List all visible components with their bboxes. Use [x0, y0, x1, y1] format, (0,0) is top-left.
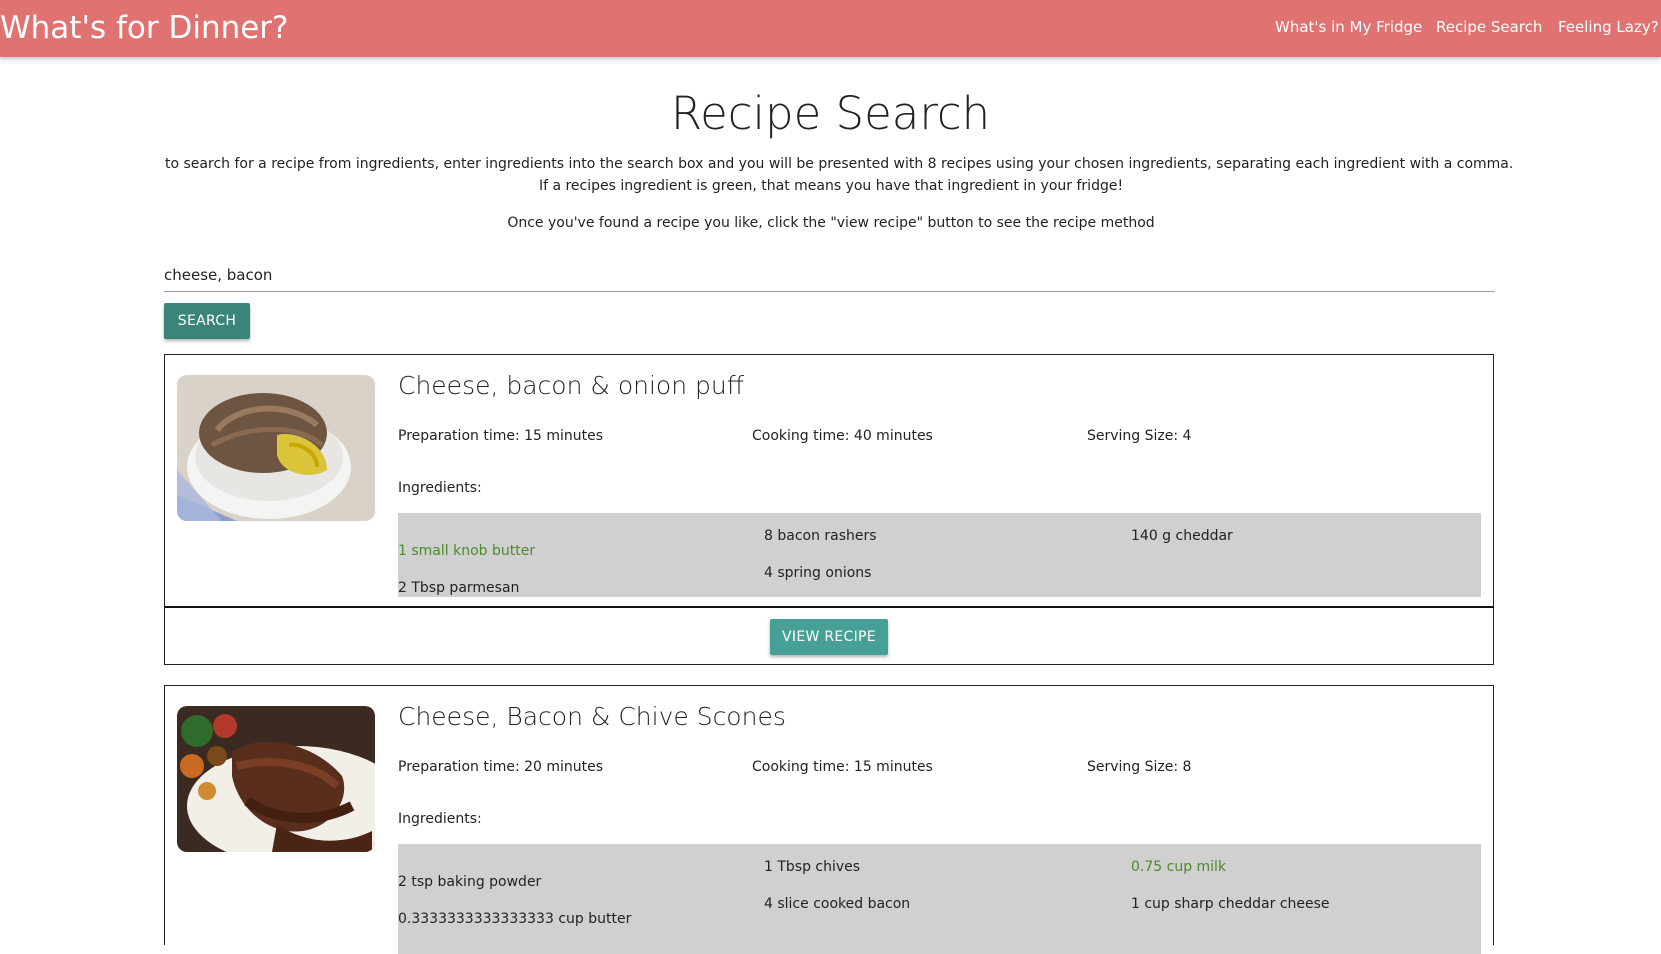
intro-text-line-1: to search for a recipe from ingredients,…: [165, 156, 1514, 172]
recipe-image-cheese-bacon-onion-puff: [177, 375, 375, 521]
serving-size: Serving Size: 8: [1087, 759, 1192, 775]
cooking-time: Cooking time: 15 minutes: [752, 759, 933, 775]
recipe-card: Cheese, Bacon & Chive Scones Preparation…: [164, 685, 1494, 954]
recipe-card: Cheese, bacon & onion puff Preparation t…: [164, 354, 1494, 665]
ingredients-label: Ingredients:: [398, 480, 482, 496]
ingredient-item: 1 small knob butter: [398, 543, 536, 559]
ingredients-list: 2 tsp baking powder 0.3333333333333333 c…: [398, 844, 1481, 954]
ingredient-item: 1 Tbsp chives: [764, 859, 861, 875]
prep-time: Preparation time: 20 minutes: [398, 759, 604, 775]
recipe-photo-scones: [177, 706, 375, 852]
serving-size: Serving Size: 4: [1087, 428, 1192, 444]
ingredient-item: 0.3333333333333333 cup butter: [398, 911, 632, 927]
recipe-image-cheese-bacon-chive-scones: [177, 706, 375, 852]
cooking-time: Cooking time: 40 minutes: [752, 428, 933, 444]
ingredient-item: 0.75 cup milk: [1131, 859, 1227, 875]
page-title: Recipe Search: [670, 87, 991, 140]
card-divider: [164, 606, 1494, 608]
recipe-photo-puff: [177, 375, 375, 521]
ingredient-item: 140 g cheddar: [1131, 528, 1233, 544]
search-button[interactable]: SEARCH: [164, 303, 250, 339]
ingredient-item: 8 bacon rashers: [764, 528, 877, 544]
ingredient-item: 1 cup sharp cheddar cheese: [1131, 896, 1330, 912]
nav-link-recipe-search[interactable]: Recipe Search: [1436, 17, 1542, 37]
view-recipe-button[interactable]: VIEW RECIPE: [770, 619, 888, 655]
nav-link-whats-in-my-fridge[interactable]: What's in My Fridge: [1275, 17, 1422, 37]
intro-text-line-2: If a recipes ingredient is green, that m…: [538, 178, 1124, 194]
brand-logo[interactable]: What's for Dinner?: [0, 9, 289, 47]
nav-link-feeling-lazy[interactable]: Feeling Lazy?: [1558, 17, 1659, 37]
recipe-title: Cheese, bacon & onion puff: [398, 371, 744, 400]
prep-time: Preparation time: 15 minutes: [398, 428, 604, 444]
intro-text-line-3: Once you've found a recipe you like, cli…: [507, 215, 1155, 231]
ingredient-search-input[interactable]: [164, 258, 1495, 292]
recipe-title: Cheese, Bacon & Chive Scones: [398, 702, 786, 731]
ingredient-item: 2 tsp baking powder: [398, 874, 542, 890]
ingredient-item: 2 Tbsp parmesan: [398, 580, 520, 596]
top-navbar: What's for Dinner? What's in My Fridge R…: [0, 0, 1661, 57]
ingredients-label: Ingredients:: [398, 811, 482, 827]
ingredient-item: 4 slice cooked bacon: [764, 896, 911, 912]
ingredients-list: 1 small knob butter 2 Tbsp parmesan 8 ba…: [398, 513, 1481, 597]
ingredient-item: 4 spring onions: [764, 565, 872, 581]
